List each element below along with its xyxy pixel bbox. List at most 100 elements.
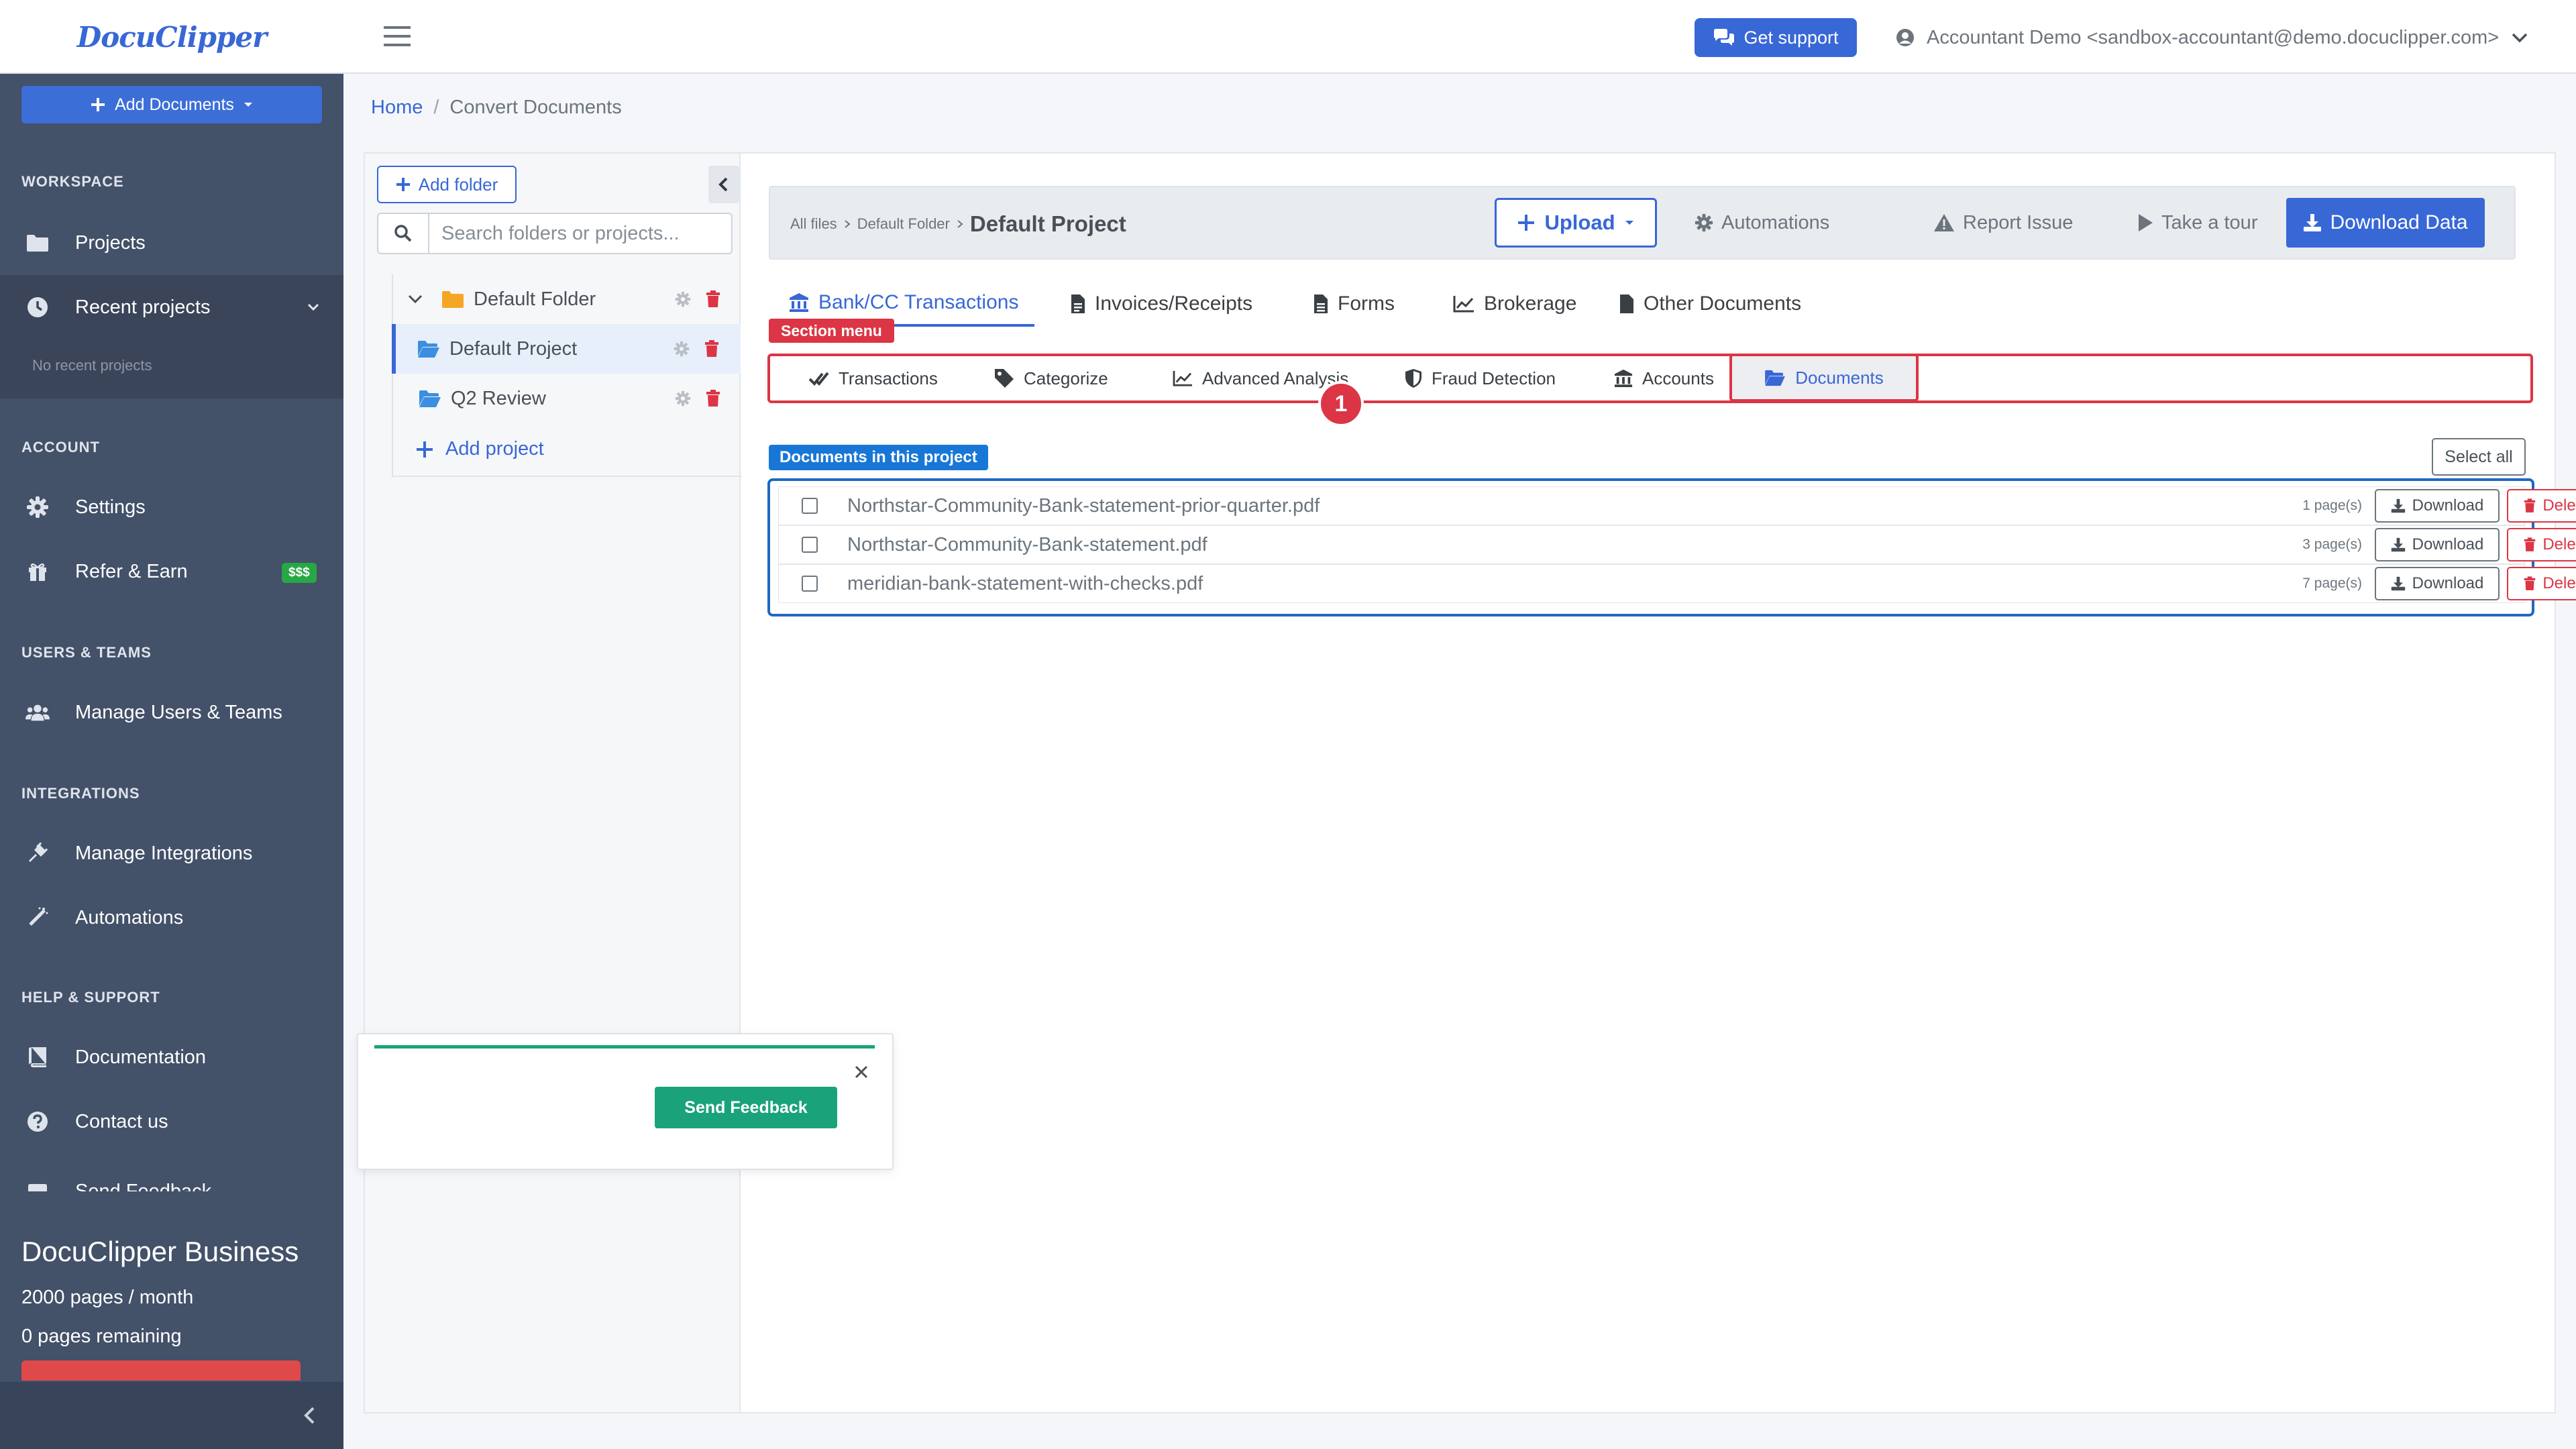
trash-icon[interactable] — [704, 340, 719, 358]
gear-icon[interactable] — [674, 341, 690, 357]
add-folder-label: Add folder — [418, 174, 498, 195]
subtab-label: Transactions — [839, 368, 938, 388]
tree-item-label: Default Project — [449, 337, 578, 360]
document-pages: 1 page(s) — [2302, 498, 2362, 513]
subtab-transactions[interactable]: Transactions — [809, 356, 938, 400]
document-checkbox[interactable] — [802, 537, 818, 553]
sidebar-item-label: Projects — [75, 231, 146, 254]
sidebar-item-label: Manage Users & Teams — [75, 701, 282, 723]
magic-wand-icon — [25, 906, 50, 930]
no-recent-projects-text: No recent projects — [32, 357, 152, 374]
comment-icon — [25, 1181, 50, 1191]
upload-button[interactable]: Upload — [1495, 198, 1657, 248]
take-tour-label: Take a tour — [2161, 211, 2258, 233]
download-button[interactable]: Download — [2375, 528, 2500, 561]
folder-search — [377, 213, 733, 254]
folder-icon — [441, 290, 464, 309]
users-icon — [25, 700, 50, 724]
sidebar-section-integrations: INTEGRATIONS — [21, 785, 140, 802]
sidebar-item-projects[interactable]: Projects — [0, 211, 343, 275]
delete-label: Delete — [2542, 535, 2576, 553]
report-issue-label: Report Issue — [1963, 211, 2074, 233]
user-menu[interactable]: Accountant Demo <sandbox-accountant@demo… — [1896, 20, 2528, 55]
tab-invoices-receipts[interactable]: Invoices/Receipts — [1071, 281, 1252, 327]
download-button[interactable]: Download — [2375, 489, 2500, 523]
sidebar-item-recent-projects[interactable]: Recent projects — [0, 275, 343, 339]
chevron-down-icon — [2511, 32, 2528, 43]
logo[interactable]: DocuClipper — [0, 0, 343, 74]
delete-button[interactable]: Delete — [2507, 567, 2576, 600]
add-folder-button[interactable]: Add folder — [377, 166, 517, 203]
close-icon[interactable] — [852, 1063, 871, 1081]
tree-project-q2-review[interactable]: Q2 Review — [393, 374, 742, 423]
gear-icon[interactable] — [675, 390, 691, 407]
sidebar-item-manage-users[interactable]: Manage Users & Teams — [0, 680, 343, 745]
trash-icon[interactable] — [706, 290, 720, 308]
sidebar-item-label: Automations — [75, 906, 184, 928]
send-feedback-button[interactable]: Send Feedback — [655, 1087, 837, 1128]
delete-button[interactable]: Delete — [2507, 528, 2576, 561]
tab-forms[interactable]: Forms — [1313, 281, 1395, 327]
file-icon — [1619, 294, 1634, 314]
plus-icon — [1517, 214, 1535, 231]
gear-icon[interactable] — [675, 291, 691, 307]
check-double-icon — [809, 370, 829, 387]
sidebar-item-automations[interactable]: Automations — [0, 885, 343, 950]
add-documents-button[interactable]: Add Documents — [21, 86, 322, 123]
sidebar-item-manage-integrations[interactable]: Manage Integrations — [0, 821, 343, 885]
sidebar-item-send-feedback[interactable]: Send Feedback — [0, 1154, 343, 1191]
recent-projects-group: Recent projects No recent projects — [0, 275, 343, 398]
add-project-label: Add project — [445, 438, 544, 460]
folder-search-input[interactable] — [429, 214, 731, 253]
sidebar-item-documentation[interactable]: Documentation — [0, 1025, 343, 1089]
document-name[interactable]: Northstar-Community-Bank-statement.pdf — [847, 534, 1208, 556]
trash-icon[interactable] — [706, 390, 720, 407]
folder-icon — [25, 231, 50, 255]
collapse-folder-panel-button[interactable] — [708, 166, 739, 203]
report-issue-button[interactable]: Report Issue — [1933, 198, 2073, 248]
tree-item-label: Default Folder — [474, 288, 596, 310]
sidebar-item-contact-us[interactable]: Contact us — [0, 1089, 343, 1154]
document-name[interactable]: Northstar-Community-Bank-statement-prior… — [847, 495, 1320, 517]
get-support-button[interactable]: Get support — [1695, 18, 1857, 57]
step-number-badge: 1 — [1318, 381, 1364, 427]
subtab-documents[interactable]: Documents — [1729, 354, 1919, 402]
tree-folder-default[interactable]: Default Folder — [393, 274, 742, 324]
document-checkbox[interactable] — [802, 498, 818, 514]
documents-label: Documents in this project — [769, 445, 988, 470]
category-tabs: Bank/CC Transactions Invoices/Receipts F… — [769, 281, 2516, 327]
plan-name: DocuClipper Business — [21, 1236, 299, 1267]
sidebar-item-refer-earn[interactable]: Refer & Earn $$$ — [0, 539, 343, 604]
crumb-folder[interactable]: Default Folder — [857, 215, 950, 233]
download-button[interactable]: Download — [2375, 567, 2500, 600]
collapse-sidebar-icon[interactable] — [299, 1405, 321, 1426]
upgrade-button[interactable] — [21, 1360, 301, 1381]
chevron-down-icon[interactable] — [408, 294, 423, 304]
subtab-accounts[interactable]: Accounts — [1614, 356, 1714, 400]
hamburger-menu-icon[interactable] — [384, 25, 411, 48]
document-pages: 3 page(s) — [2302, 537, 2362, 552]
tab-brokerage[interactable]: Brokerage — [1453, 281, 1576, 327]
document-checkbox[interactable] — [802, 576, 818, 592]
subtab-categorize[interactable]: Categorize — [994, 356, 1108, 400]
download-icon — [2303, 213, 2322, 232]
delete-label: Delete — [2542, 574, 2576, 592]
breadcrumb-home-link[interactable]: Home — [371, 97, 423, 119]
tab-other-documents[interactable]: Other Documents — [1619, 281, 1801, 327]
document-name[interactable]: meridian-bank-statement-with-checks.pdf — [847, 573, 1203, 595]
select-all-button[interactable]: Select all — [2432, 438, 2526, 476]
trash-icon — [2524, 537, 2536, 552]
row-actions — [674, 340, 719, 358]
crumb-all-files[interactable]: All files — [790, 215, 837, 233]
feedback-accent-bar — [374, 1045, 875, 1049]
bank-icon — [789, 292, 809, 313]
sidebar-item-settings[interactable]: Settings — [0, 475, 343, 539]
subtab-fraud-detection[interactable]: Fraud Detection — [1405, 356, 1556, 400]
delete-button[interactable]: Delete — [2507, 489, 2576, 523]
automations-button[interactable]: Automations — [1695, 198, 1829, 248]
take-tour-button[interactable]: Take a tour — [2137, 198, 2257, 248]
plus-icon — [416, 441, 433, 458]
tree-project-default[interactable]: Default Project — [392, 324, 741, 374]
add-project-link[interactable]: Add project — [416, 438, 544, 460]
download-data-button[interactable]: Download Data — [2286, 198, 2485, 248]
